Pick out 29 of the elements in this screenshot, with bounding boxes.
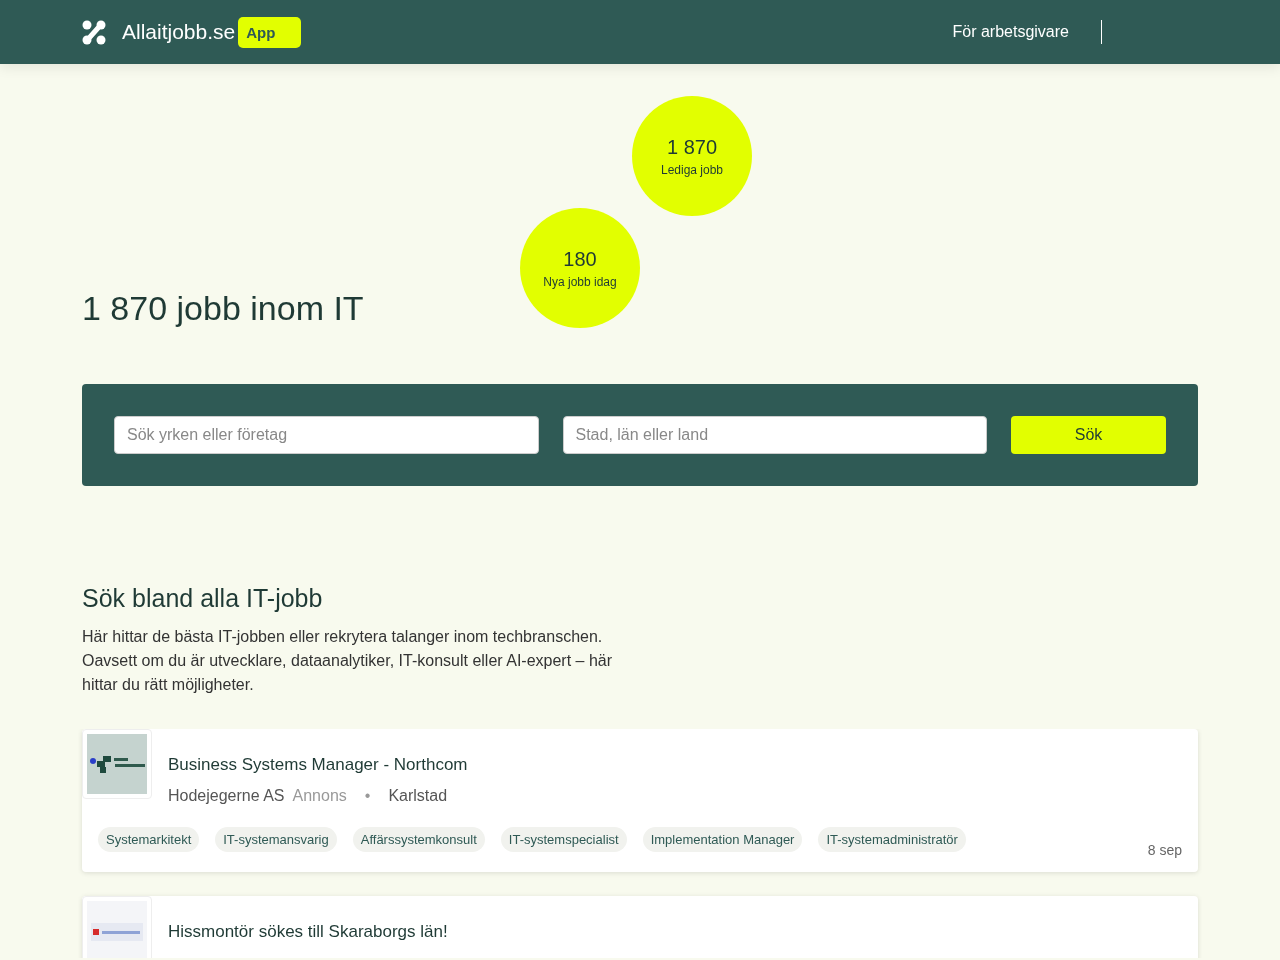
ad-label: Annons: [292, 787, 347, 805]
job-location: Karlstad: [388, 787, 448, 805]
job-tag[interactable]: IT-systemansvarig: [215, 827, 337, 852]
nav-link[interactable]: För arbetsgivare: [952, 23, 1069, 41]
stat-value: 180: [563, 247, 597, 271]
job-tag[interactable]: Implementation Manager: [642, 827, 803, 852]
separator-dot: •: [364, 787, 371, 805]
company-name: Hodejegerne AS: [168, 787, 285, 805]
job-title[interactable]: Hissmontör sökes till Skaraborgs län!: [168, 922, 448, 942]
job-card[interactable]: Hissmontör sökes till Skaraborgs län!: [82, 896, 1198, 958]
stat-label: Lediga jobb: [660, 162, 724, 177]
job-tag[interactable]: IT-systemspecialist: [500, 827, 627, 852]
location-field[interactable]: Stad, län eller land: [562, 416, 987, 454]
job-tag[interactable]: Systemarkitekt: [98, 827, 200, 852]
job-tag[interactable]: Affärssystemkonsult: [352, 827, 485, 852]
section-heading: Sök bland alla IT-jobb: [82, 584, 324, 613]
stat-value: 1 870: [666, 135, 718, 159]
job-tag[interactable]: IT-systemadministratör: [818, 827, 966, 852]
search-field[interactable]: Sök yrken eller företag: [114, 416, 539, 454]
logo-icon[interactable]: [82, 19, 106, 45]
page-heading: 1 870 jobb inom IT: [82, 289, 364, 328]
intro-paragraph: Här hittar de bästa IT-jobben eller rekrytera talanger inom techbranschen. Oavsett om du är utvecklare, dataanalytiker, IT-konsult eller AI-expert – här hittar du rätt möjligheter.: [82, 627, 614, 695]
job-title[interactable]: Business Systems Manager - Northcom: [168, 755, 468, 775]
post-date: 8 sep: [1147, 842, 1182, 858]
search-button[interactable]: Sök: [1011, 416, 1166, 454]
job-card[interactable]: Business Systems Manager - Northcom Hodejegerne AS Annons • Karlstad Systemarkitekt IT-systemansvarig Affärssystemkonsult IT-systemspecialist Implementation Manager IT-systemadministratör 8 sep: [82, 729, 1198, 872]
site-name[interactable]: Allaitjobb.se: [122, 20, 236, 44]
app-badge[interactable]: App: [238, 16, 302, 48]
stat-label: Nya jobb idag: [543, 274, 617, 289]
